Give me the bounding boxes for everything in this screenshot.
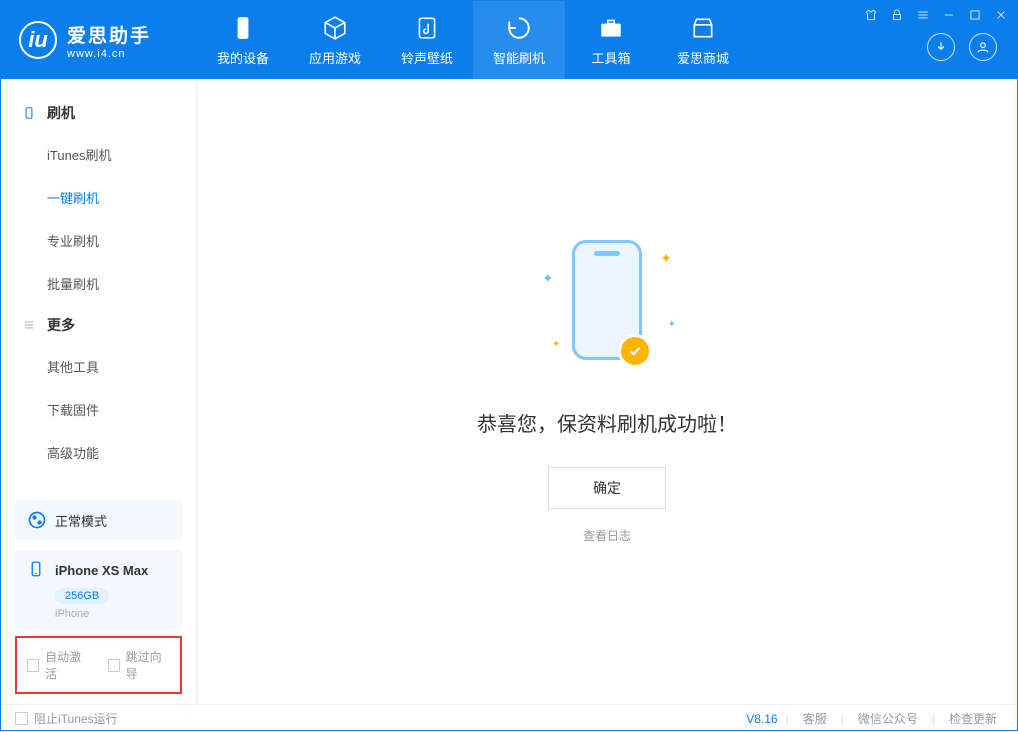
header-actions [927, 33, 997, 61]
sidebar-item-advanced[interactable]: 高级功能 [1, 431, 196, 474]
sidebar-item-download-firmware[interactable]: 下载固件 [1, 388, 196, 431]
maximize-button[interactable] [967, 7, 983, 23]
separator: | [932, 712, 935, 726]
nav-store[interactable]: 爱思商城 [657, 1, 749, 79]
nav-ringtones[interactable]: 铃声壁纸 [381, 1, 473, 79]
checkbox-label: 阻止iTunes运行 [34, 710, 118, 727]
sparkle-icon: ✦ [660, 250, 672, 267]
logo-icon: iu [19, 21, 57, 59]
checkbox-label: 跳过向导 [126, 648, 170, 682]
checkbox-skip-guide[interactable]: 跳过向导 [108, 648, 171, 682]
sparkle-icon: ✦ [542, 270, 554, 287]
separator: | [786, 712, 789, 726]
music-file-icon [413, 14, 441, 42]
minimize-button[interactable] [941, 7, 957, 23]
footer: 阻止iTunes运行 V8.16 | 客服 | 微信公众号 | 检查更新 [1, 704, 1017, 732]
logo-area: iu 爱思助手 www.i4.cn [1, 1, 197, 79]
nav-my-device[interactable]: 我的设备 [197, 1, 289, 79]
success-illustration: ✦ ✦ ✦ ✦ [532, 240, 682, 380]
checkbox-label: 自动激活 [45, 648, 89, 682]
customer-service-link[interactable]: 客服 [797, 710, 833, 727]
nav-label: 爱思商城 [677, 48, 729, 67]
device-name: iPhone XS Max [55, 563, 148, 578]
check-badge-icon [618, 334, 652, 368]
mode-icon [27, 510, 47, 530]
nav-toolbox[interactable]: 工具箱 [565, 1, 657, 79]
nav-tabs: 我的设备 应用游戏 铃声壁纸 智能刷机 工具箱 爱思商城 [197, 1, 749, 79]
version-label: V8.16 [746, 712, 777, 726]
toolbox-icon [597, 14, 625, 42]
nav-label: 智能刷机 [493, 48, 545, 67]
lock-icon[interactable] [889, 7, 905, 23]
separator: | [841, 712, 844, 726]
mode-label: 正常模式 [55, 511, 107, 530]
nav-label: 我的设备 [217, 48, 269, 67]
sidebar-group-title: 刷机 [47, 103, 75, 123]
download-button[interactable] [927, 33, 955, 61]
shirt-icon[interactable] [863, 7, 879, 23]
close-button[interactable] [993, 7, 1009, 23]
mode-card[interactable]: 正常模式 [15, 500, 182, 540]
sidebar-item-batch-flash[interactable]: 批量刷机 [1, 262, 196, 305]
sidebar-group-title: 更多 [47, 315, 75, 335]
device-type: iPhone [55, 608, 170, 620]
nav-label: 工具箱 [591, 48, 630, 67]
sidebar-item-oneclick-flash[interactable]: 一键刷机 [1, 176, 196, 219]
sidebar-item-itunes-flash[interactable]: iTunes刷机 [1, 133, 196, 176]
sidebar-item-pro-flash[interactable]: 专业刷机 [1, 219, 196, 262]
app-body: 刷机 iTunes刷机 一键刷机 专业刷机 批量刷机 更多 其他工具 下载固件 … [1, 79, 1017, 704]
cube-icon [321, 14, 349, 42]
refresh-shield-icon [505, 14, 533, 42]
nav-label: 应用游戏 [309, 48, 361, 67]
checkbox-auto-activate[interactable]: 自动激活 [27, 648, 90, 682]
sidebar-group-flash[interactable]: 刷机 [1, 93, 196, 133]
app-header: iu 爱思助手 www.i4.cn 我的设备 应用游戏 铃声壁纸 智能刷机 工具… [1, 1, 1017, 79]
window-controls [863, 7, 1009, 23]
sidebar: 刷机 iTunes刷机 一键刷机 专业刷机 批量刷机 更多 其他工具 下载固件 … [1, 79, 197, 704]
list-icon [21, 317, 37, 333]
main-content: ✦ ✦ ✦ ✦ 恭喜您，保资料刷机成功啦！ 确定 查看日志 [197, 79, 1017, 704]
device-card[interactable]: iPhone XS Max 256GB iPhone [15, 550, 182, 630]
success-message: 恭喜您，保资料刷机成功啦！ [477, 408, 737, 437]
sidebar-item-other-tools[interactable]: 其他工具 [1, 345, 196, 388]
device-storage: 256GB [55, 588, 109, 604]
phone-outline-icon [21, 105, 37, 121]
check-update-link[interactable]: 检查更新 [943, 710, 1003, 727]
phone-icon [229, 14, 257, 42]
highlighted-options: 自动激活 跳过向导 [15, 636, 182, 694]
checkbox-block-itunes[interactable]: 阻止iTunes运行 [15, 710, 118, 727]
wechat-link[interactable]: 微信公众号 [852, 710, 924, 727]
view-log-link[interactable]: 查看日志 [583, 527, 631, 544]
app-name: 爱思助手 [67, 21, 151, 48]
nav-label: 铃声壁纸 [401, 48, 453, 67]
user-button[interactable] [969, 33, 997, 61]
sparkle-icon: ✦ [668, 319, 676, 330]
nav-apps-games[interactable]: 应用游戏 [289, 1, 381, 79]
nav-smart-flash[interactable]: 智能刷机 [473, 1, 565, 79]
sidebar-group-more[interactable]: 更多 [1, 305, 196, 345]
menu-icon[interactable] [915, 7, 931, 23]
app-url: www.i4.cn [67, 48, 151, 60]
ok-button[interactable]: 确定 [548, 467, 666, 509]
store-icon [689, 14, 717, 42]
sparkle-icon: ✦ [552, 339, 560, 350]
device-phone-icon [27, 560, 47, 580]
